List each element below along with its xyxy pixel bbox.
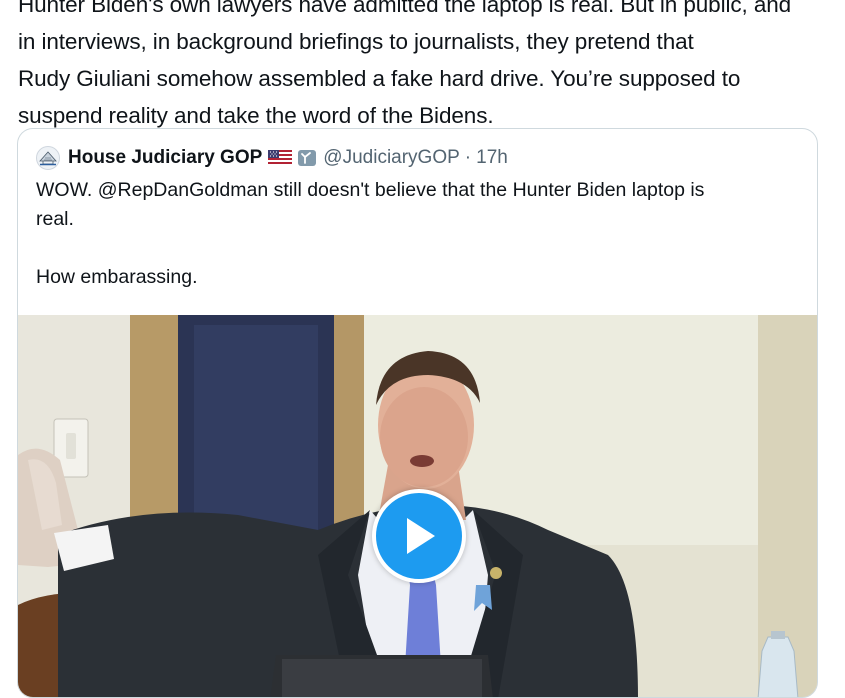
quoted-author-handle[interactable]: @JudiciaryGOP xyxy=(323,147,460,169)
tweet-text-line: Rudy Giuliani somehow assembled a fake h… xyxy=(18,66,741,91)
tweet-text: Hunter Biden's own lawyers have admitted… xyxy=(18,0,823,134)
quoted-text-line: How embarassing. xyxy=(36,266,198,288)
us-flag-icon xyxy=(268,150,293,166)
quoted-text-spacer xyxy=(36,234,796,263)
quoted-tweet-header: House Judiciary GOP @JudiciaryGOP · 17h xyxy=(36,146,508,170)
quoted-tweet-text: WOW. @RepDanGoldman still doesn't believ… xyxy=(36,176,796,292)
play-icon xyxy=(407,518,435,554)
government-badge-icon xyxy=(297,148,317,168)
quoted-author-name[interactable]: House Judiciary GOP xyxy=(68,147,262,169)
header-separator: · xyxy=(464,147,472,168)
quoted-text-line: WOW. @RepDanGoldman still doesn't believ… xyxy=(36,179,705,201)
house-seal-icon[interactable] xyxy=(36,146,60,170)
quoted-tweet-card[interactable]: House Judiciary GOP @JudiciaryGOP · 17h xyxy=(17,128,818,698)
quoted-tweet-timestamp[interactable]: 17h xyxy=(476,147,508,169)
play-button[interactable] xyxy=(372,489,466,583)
tweet-text-line: in interviews, in background briefings t… xyxy=(18,29,694,54)
quoted-text-line: real. xyxy=(36,208,74,230)
tweet-text-line: Hunter Biden's own lawyers have admitted… xyxy=(18,0,792,17)
video-player[interactable] xyxy=(18,315,817,697)
